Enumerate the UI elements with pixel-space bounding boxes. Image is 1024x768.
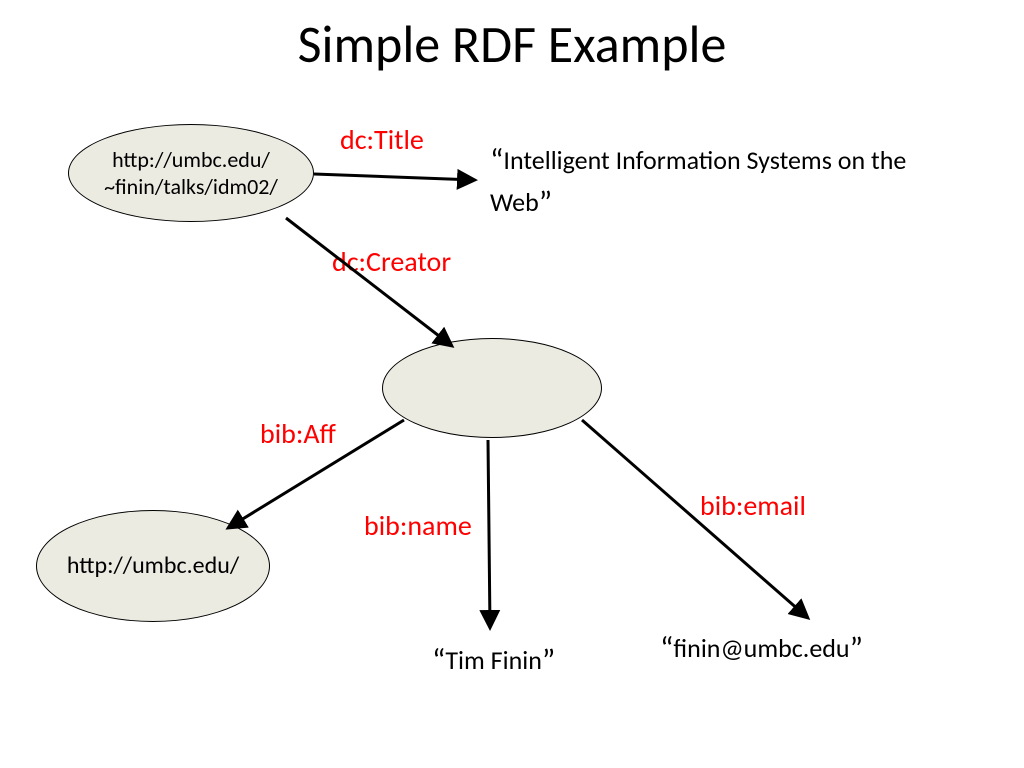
literal-email-text: finin@umbc.edu [673,632,849,664]
node-subject-uri: http://umbc.edu/ ~finin/talks/idm02/ [68,124,314,222]
literal-name: “Tim Finin” [432,640,555,682]
edge-label-bib-aff: bib:Aff [260,416,336,451]
literal-email: “finin@umbc.edu” [660,628,863,670]
node-affiliation-label: http://umbc.edu/ [67,551,239,581]
literal-title: “Intelligent Information Systems on the … [490,140,970,223]
slide-title: Simple RDF Example [0,12,1024,76]
node-blank-creator [382,338,602,438]
literal-name-text: Tim Finin [445,644,541,676]
literal-title-text: Intelligent Information Systems on the W… [490,144,906,218]
edge-label-bib-name: bib:name [364,508,472,543]
edge-label-bib-email: bib:email [700,488,806,523]
node-affiliation-uri: http://umbc.edu/ [36,510,270,622]
node-subject-uri-line1: http://umbc.edu/ [112,146,270,173]
diagram-stage: Simple RDF Example http://umbc.edu/ ~fin… [0,0,1024,768]
arrow-dc-creator [286,218,452,346]
arrow-bib-name [488,440,490,628]
arrow-dc-title [314,174,475,180]
edge-label-dc-creator: dc:Creator [332,244,451,279]
edge-label-dc-title: dc:Title [340,122,424,157]
node-subject-uri-line2: ~finin/talks/idm02/ [104,173,278,200]
